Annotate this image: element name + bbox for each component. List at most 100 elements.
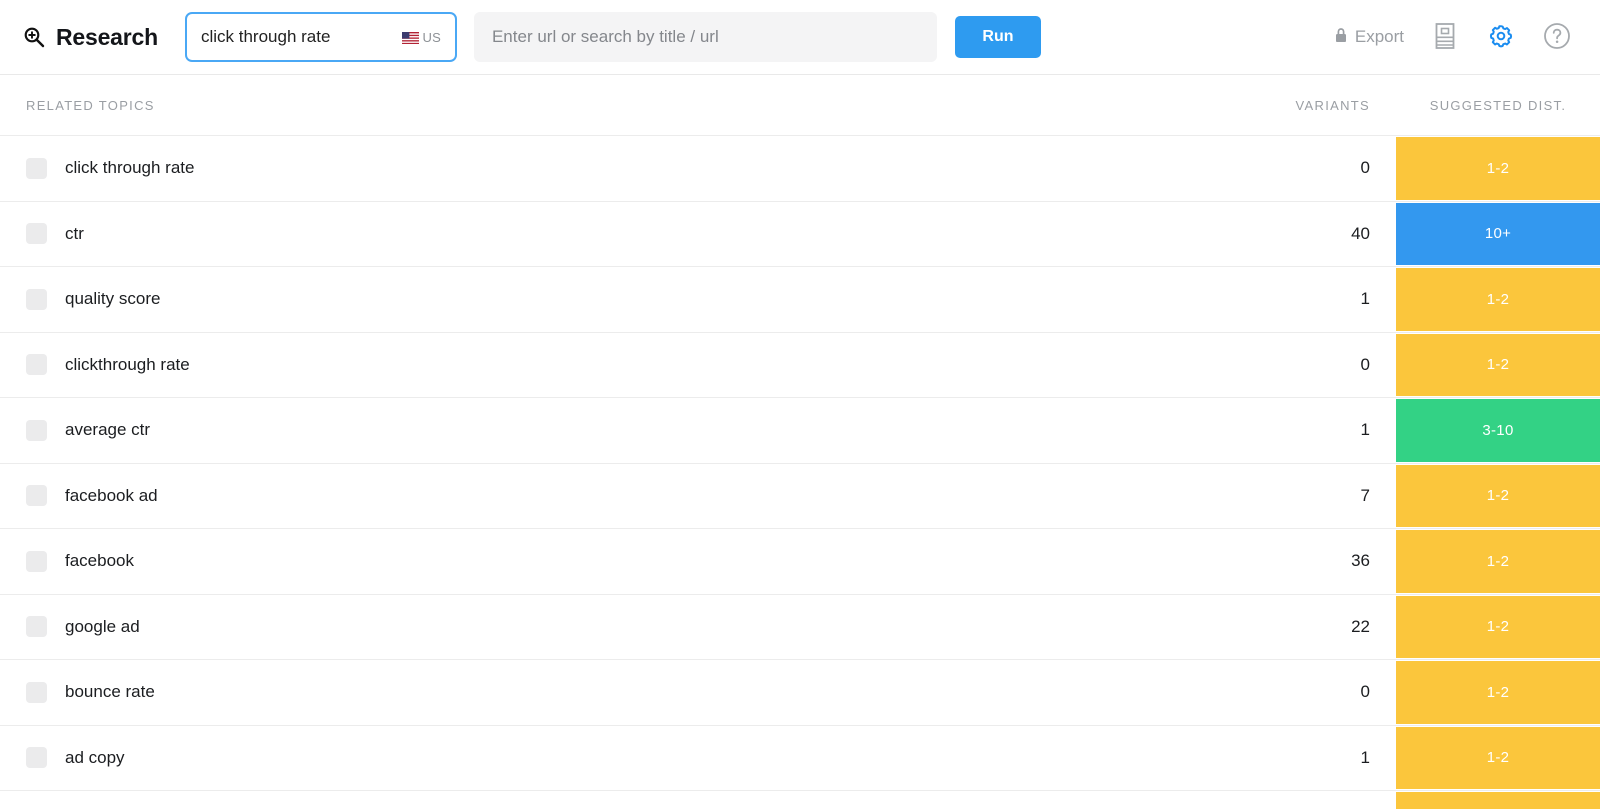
cell-suggested-dist: 3-10 [1396, 398, 1600, 463]
cell-suggested-dist [1396, 791, 1600, 809]
cell-topic: facebook [0, 529, 1192, 594]
table-row[interactable]: average ctr 1 3-10 [0, 398, 1600, 464]
table-row[interactable]: facebook ad 7 1-2 [0, 463, 1600, 529]
topic-search-value: click through rate [200, 27, 331, 46]
row-checkbox[interactable] [26, 223, 47, 245]
status-badge: 1-2 [1396, 464, 1600, 527]
topic-label: clickthrough rate [65, 354, 190, 374]
status-badge: 3-10 [1396, 399, 1600, 462]
cell-variants: 40 [1351, 223, 1370, 243]
report-icon [1433, 22, 1457, 53]
us-flag-icon [401, 31, 419, 44]
lock-icon [1334, 27, 1348, 48]
table-row[interactable]: ad copy 1 1-2 [0, 725, 1600, 791]
cell-topic: click through rate [0, 136, 1192, 201]
run-button[interactable]: Run [954, 16, 1041, 58]
cell-suggested-dist: 10+ [1396, 202, 1600, 267]
cell-topic: bounce rate [0, 660, 1192, 725]
help-button[interactable] [1542, 22, 1572, 52]
status-badge: 1-2 [1396, 268, 1600, 331]
cell-suggested-dist: 1-2 [1396, 529, 1600, 594]
topic-label: google ad [65, 616, 140, 636]
row-checkbox[interactable] [26, 747, 47, 769]
table-row[interactable] [0, 791, 1600, 809]
topic-label: facebook ad [65, 485, 158, 505]
cell-topic: facebook ad [0, 464, 1192, 529]
table-row[interactable]: quality score 1 1-2 [0, 267, 1600, 333]
status-badge: 1-2 [1396, 661, 1600, 724]
cell-variants: 22 [1351, 616, 1370, 636]
table-row[interactable]: click through rate 0 1-2 [0, 136, 1600, 202]
locale-selector[interactable]: US [401, 29, 441, 45]
topic-label: ad copy [65, 747, 125, 767]
topic-search-field[interactable]: click through rate US [184, 12, 457, 62]
cell-topic: clickthrough rate [0, 333, 1192, 398]
cell-topic: google ad [0, 595, 1192, 660]
cell-variants: 36 [1351, 551, 1370, 571]
related-topics-table: RELATED TOPICS VARIANTS SUGGESTED DIST. … [0, 75, 1600, 809]
settings-button[interactable] [1486, 22, 1516, 52]
cell-variants: 1 [1360, 289, 1370, 309]
table-row[interactable]: google ad 22 1-2 [0, 594, 1600, 660]
row-checkbox[interactable] [26, 616, 47, 638]
cell-suggested-dist: 1-2 [1396, 595, 1600, 660]
table-row[interactable]: clickthrough rate 0 1-2 [0, 332, 1600, 398]
table-row[interactable]: facebook 36 1-2 [0, 529, 1600, 595]
cell-topic: ctr [0, 202, 1192, 267]
zoom-in-icon [22, 25, 46, 49]
topic-label: bounce rate [65, 682, 155, 702]
row-checkbox[interactable] [26, 354, 47, 376]
row-checkbox[interactable] [26, 681, 47, 703]
cell-suggested-dist: 1-2 [1396, 136, 1600, 201]
row-checkbox[interactable] [26, 288, 47, 310]
status-badge: 1-2 [1396, 595, 1600, 658]
cell-variants: 0 [1360, 158, 1370, 178]
status-badge: 10+ [1396, 202, 1600, 265]
status-badge: 1-2 [1396, 530, 1600, 593]
cell-suggested-dist: 1-2 [1396, 726, 1600, 791]
cell-suggested-dist: 1-2 [1396, 267, 1600, 332]
cell-variants: 0 [1360, 682, 1370, 702]
cell-topic: average ctr [0, 398, 1192, 463]
cell-topic [0, 791, 1192, 809]
cell-variants: 7 [1360, 485, 1370, 505]
status-badge [1396, 792, 1600, 809]
row-checkbox[interactable] [26, 550, 47, 572]
report-icon-button[interactable] [1430, 22, 1460, 52]
topic-label: ctr [65, 223, 84, 243]
gear-icon [1488, 23, 1514, 52]
topic-label: average ctr [65, 420, 151, 440]
table-row[interactable]: ctr 40 10+ [0, 201, 1600, 267]
page-title: Research [56, 23, 158, 50]
cell-variants [1192, 791, 1396, 809]
help-circle-icon [1543, 22, 1571, 53]
status-badge: 1-2 [1396, 333, 1600, 396]
status-badge: 1-2 [1396, 137, 1600, 200]
cell-suggested-dist: 1-2 [1396, 333, 1600, 398]
export-label: Export [1354, 27, 1404, 46]
cell-variants: 1 [1360, 420, 1370, 440]
export-button[interactable]: Export [1334, 27, 1404, 48]
row-checkbox[interactable] [26, 157, 47, 179]
top-bar: Research click through rate US Run [0, 0, 1600, 75]
column-header-variants: VARIANTS [1295, 97, 1370, 113]
top-actions: Export [1334, 22, 1578, 52]
cell-suggested-dist: 1-2 [1396, 464, 1600, 529]
row-checkbox[interactable] [26, 485, 47, 507]
locale-label: US [422, 29, 441, 45]
table-body: click through rate 0 1-2 ctr 40 10+ quality sc… [0, 136, 1600, 809]
status-badge: 1-2 [1396, 726, 1600, 789]
cell-variants: 1 [1360, 747, 1370, 767]
url-search-input[interactable] [473, 12, 937, 62]
cell-variants: 0 [1360, 354, 1370, 374]
column-header-topics: RELATED TOPICS [26, 97, 155, 113]
table-header-row: RELATED TOPICS VARIANTS SUGGESTED DIST. [0, 75, 1600, 136]
cell-suggested-dist: 1-2 [1396, 660, 1600, 725]
row-checkbox[interactable] [26, 419, 47, 441]
topic-label: facebook [65, 551, 134, 571]
table-row[interactable]: bounce rate 0 1-2 [0, 660, 1600, 726]
brand: Research [22, 24, 158, 51]
cell-topic: ad copy [0, 726, 1192, 791]
topic-label: click through rate [65, 158, 195, 178]
cell-topic: quality score [0, 267, 1192, 332]
